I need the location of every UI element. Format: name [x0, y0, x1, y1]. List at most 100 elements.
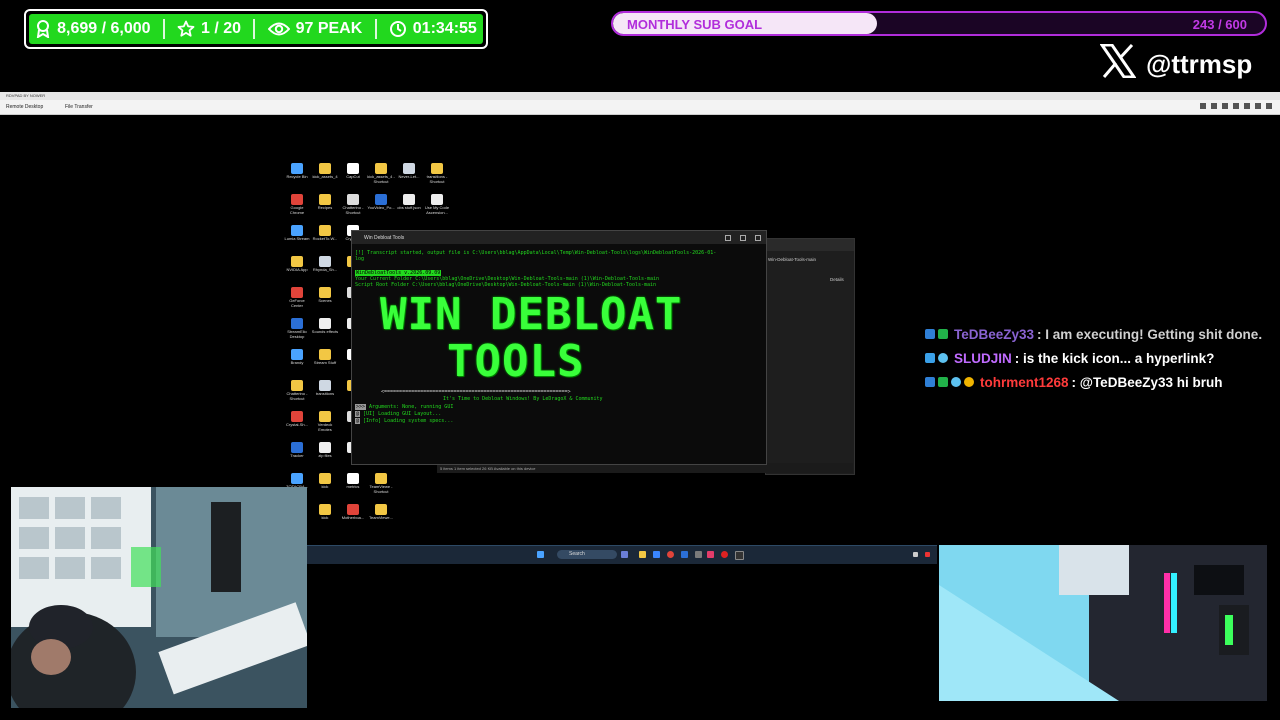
ui-text: [UI] Loading GUI Layout...: [363, 411, 442, 417]
desktop-icon[interactable]: Tracker: [283, 442, 311, 459]
fullscreen-icon[interactable]: [1255, 103, 1261, 109]
desktop-icon[interactable]: GeForce Center: [283, 287, 311, 308]
explorer-path[interactable]: Win-Debloat-Tools-main: [768, 257, 816, 262]
desktop-icon-label: NVIDIA App: [286, 267, 308, 272]
desktop-icon-label: Chatterino - Shortcut: [286, 391, 308, 401]
chat-icon[interactable]: [1211, 103, 1217, 109]
chat-text: : is the kick icon... a hyperlink?: [1014, 350, 1215, 366]
terminal-window: Win Debloat Tools [!] Transcript started…: [351, 230, 767, 465]
peak-value: 97 PEAK: [295, 20, 363, 37]
desktop-icon[interactable]: Recycle Bin: [283, 163, 311, 180]
desktop-icon[interactable]: Crystal-Sh...: [283, 411, 311, 428]
desktop-icon[interactable]: TeamViewe - Shortcut: [367, 473, 395, 494]
desktop-icon-glyph: [319, 380, 331, 391]
desktop-icon[interactable]: Use My Code Ascension...: [423, 194, 451, 215]
desktop-icon[interactable]: YouVideo_Po...: [367, 194, 395, 211]
display-icon[interactable]: [1233, 103, 1239, 109]
record-icon[interactable]: [1244, 103, 1250, 109]
terminal-icon[interactable]: [735, 551, 744, 560]
desktop-icon-label: Google Chrome: [289, 205, 305, 215]
webcam-room: [939, 545, 1267, 701]
desktop-icon[interactable]: Never-Let...: [395, 163, 423, 180]
desktop-icon[interactable]: StreamElio Desktop: [283, 318, 311, 339]
tray-chevron-icon[interactable]: [913, 552, 918, 557]
chat-text: : I am executing! Getting shit done.: [1037, 326, 1263, 342]
app-icon[interactable]: [681, 551, 688, 558]
desktop-icon[interactable]: Chatterino - Shortcut: [339, 194, 367, 215]
desktop-icon-glyph: [291, 411, 303, 422]
desktop-icon[interactable]: kick_assets_4 - Shortcut: [367, 163, 395, 184]
arguments-tag: >>>: [355, 404, 367, 410]
desktop-icon[interactable]: TeamViewe...: [367, 504, 395, 521]
desktop-icon[interactable]: kick: [311, 473, 339, 490]
maximize-icon[interactable]: [740, 234, 746, 241]
social-handle: @ttrmsp: [1099, 43, 1253, 84]
desktop-icon-glyph: [319, 349, 331, 360]
desktop-icon-label: TeamViewe - Shortcut: [369, 484, 393, 494]
desktop-icon-label: kick_assets_4: [312, 174, 338, 179]
tab-remote-desktop[interactable]: Remote Desktop: [6, 104, 43, 110]
desktop-icon-label: Brandy: [290, 360, 304, 365]
desktop-icon-label: Verdeck Emotes: [317, 422, 333, 432]
desktop-icon-glyph: [319, 287, 331, 298]
opera-icon[interactable]: [721, 551, 728, 558]
close-icon[interactable]: [755, 234, 761, 241]
folder-icon[interactable]: [639, 551, 646, 558]
divider: [253, 19, 256, 39]
desktop-icon[interactable]: Lumia Stream: [283, 225, 311, 242]
desktop-icon-label: metrics: [346, 484, 360, 489]
details-button[interactable]: Details: [830, 277, 844, 282]
desktop-icon[interactable]: obs stuff.json: [395, 194, 423, 211]
desktop-icon[interactable]: Stream Stuff: [311, 349, 339, 366]
desktop-icon-glyph: [291, 380, 303, 391]
settings-icon[interactable]: [1200, 103, 1206, 109]
desktop-icon[interactable]: Verdeck Emotes: [311, 411, 339, 432]
keyboard-icon[interactable]: [1222, 103, 1228, 109]
desktop-icon[interactable]: RocketTo.W...: [311, 225, 339, 242]
tab-file-transfer[interactable]: File Transfer: [65, 104, 93, 110]
app-icon[interactable]: [695, 551, 702, 558]
windows-taskbar: Search: [307, 545, 937, 564]
desktop-icon[interactable]: Chatterino - Shortcut: [283, 380, 311, 401]
remote-desktop-toolbar: Remote Desktop File Transfer: [0, 100, 1280, 115]
desktop-icon[interactable]: transitions - Shortcut: [423, 163, 451, 184]
minimize-icon[interactable]: [725, 234, 731, 241]
app-icon[interactable]: [707, 551, 714, 558]
desktop-icon[interactable]: Rhynda_Sh...: [311, 256, 339, 273]
desktop-icon[interactable]: transitions: [311, 380, 339, 397]
desktop-icon[interactable]: Motherboa...: [339, 504, 367, 521]
desktop-icon[interactable]: Google Chrome: [283, 194, 311, 215]
badge-icon: [925, 377, 935, 387]
desktop-icon[interactable]: CapCut: [339, 163, 367, 180]
desktop-icon[interactable]: metrics: [339, 473, 367, 490]
desktop-icon-glyph: [291, 442, 303, 453]
handle-text: @ttrmsp: [1146, 48, 1253, 79]
start-icon[interactable]: [537, 551, 544, 558]
uptime-stat: 01:34:55: [389, 20, 477, 38]
badge-icon: [938, 329, 948, 339]
desktop-icon[interactable]: kick: [311, 504, 339, 521]
taskbar-search[interactable]: Search: [557, 550, 617, 559]
file-explorer-window: Win-Debloat-Tools-main Details: [765, 238, 855, 475]
desktop-icon-glyph: [375, 163, 387, 174]
banner-divider: <=======================================…: [381, 389, 571, 395]
desktop-icon-label: Stream Stuff: [313, 360, 337, 365]
desktop-icon-label: kick_assets_4 - Shortcut: [367, 174, 395, 184]
desktop-icon[interactable]: Sounds effects: [311, 318, 339, 335]
more-icon[interactable]: [1266, 103, 1272, 109]
desktop-icon-glyph: [319, 504, 331, 515]
desktop-icon[interactable]: Brandy: [283, 349, 311, 366]
ui-tag: @: [355, 411, 361, 417]
sub-goal-bar: MONTHLY SUB GOAL 243 / 600: [611, 11, 1267, 36]
task-view-icon[interactable]: [621, 551, 628, 558]
desktop-icon-glyph: [403, 194, 415, 205]
desktop-icon[interactable]: kick_assets_4: [311, 163, 339, 180]
store-icon[interactable]: [653, 551, 660, 558]
desktop-icon[interactable]: zip files: [311, 442, 339, 459]
chrome-icon[interactable]: [667, 551, 674, 558]
desktop-icon[interactable]: Scenes: [311, 287, 339, 304]
desktop-icon[interactable]: Recipes: [311, 194, 339, 211]
desktop-icon[interactable]: NVIDIA App: [283, 256, 311, 273]
badge-icon: [925, 329, 935, 339]
tray-icon[interactable]: [925, 552, 930, 557]
